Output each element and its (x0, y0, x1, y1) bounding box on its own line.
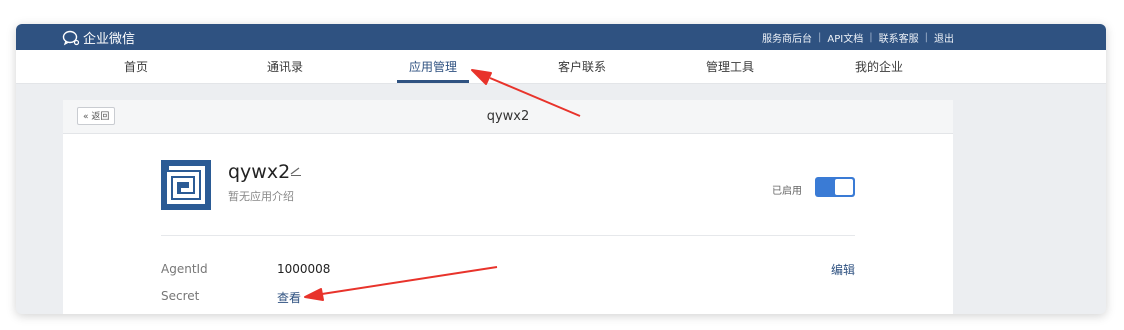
panel-header: « 返回 qywx2 (63, 100, 953, 134)
nav-my-enterprise[interactable]: 我的企业 (855, 58, 903, 75)
nav-app-management[interactable]: 应用管理 (409, 58, 457, 75)
partner-console-link[interactable]: 服务商后台 (762, 30, 812, 45)
browser-window: 企业微信 服务商后台 | API文档 | 联系客服 | 退出 首页 通讯录 应用… (16, 24, 1106, 314)
logout-link[interactable]: 退出 (934, 30, 954, 45)
nav-contacts[interactable]: 通讯录 (267, 58, 303, 75)
panel-title: qywx2 (486, 109, 530, 124)
nav-home[interactable]: 首页 (124, 58, 148, 75)
app-description: 暂无应用介绍 (228, 190, 294, 203)
contact-support-link[interactable]: 联系客服 (879, 30, 919, 45)
app-logo-icon (161, 160, 211, 210)
api-docs-link[interactable]: API文档 (827, 30, 863, 45)
agentid-value: 1000008 (277, 262, 331, 276)
app-detail-panel: « 返回 qywx2 qywx2 暂无应用介绍 已启用 AgentId 1000… (63, 100, 953, 314)
edit-button[interactable]: 编辑 (831, 261, 855, 278)
edit-pencil-icon[interactable] (290, 166, 302, 176)
nav-customer-contact[interactable]: 客户联系 (558, 58, 606, 75)
separator: | (924, 32, 928, 43)
top-links: 服务商后台 | API文档 | 联系客服 | 退出 (762, 30, 954, 45)
active-tab-indicator (397, 80, 469, 83)
top-bar: 企业微信 服务商后台 | API文档 | 联系客服 | 退出 (16, 24, 1106, 50)
brand-name: 企业微信 (83, 32, 136, 47)
agentid-label: AgentId (161, 262, 208, 276)
secret-label: Secret (161, 289, 200, 303)
wecom-chat-icon (62, 30, 80, 45)
nav-management-tools[interactable]: 管理工具 (706, 58, 754, 75)
separator: | (818, 32, 822, 43)
main-nav: 首页 通讯录 应用管理 客户联系 管理工具 我的企业 (16, 50, 1106, 84)
enable-toggle[interactable] (815, 177, 855, 197)
status-label: 已启用 (772, 186, 802, 197)
toggle-knob (835, 179, 853, 195)
view-secret-button[interactable]: 查看 (277, 289, 301, 306)
separator: | (869, 32, 873, 43)
brand-logo[interactable]: 企业微信 (62, 28, 135, 47)
app-name: qywx2 (228, 161, 291, 183)
divider (161, 235, 855, 236)
